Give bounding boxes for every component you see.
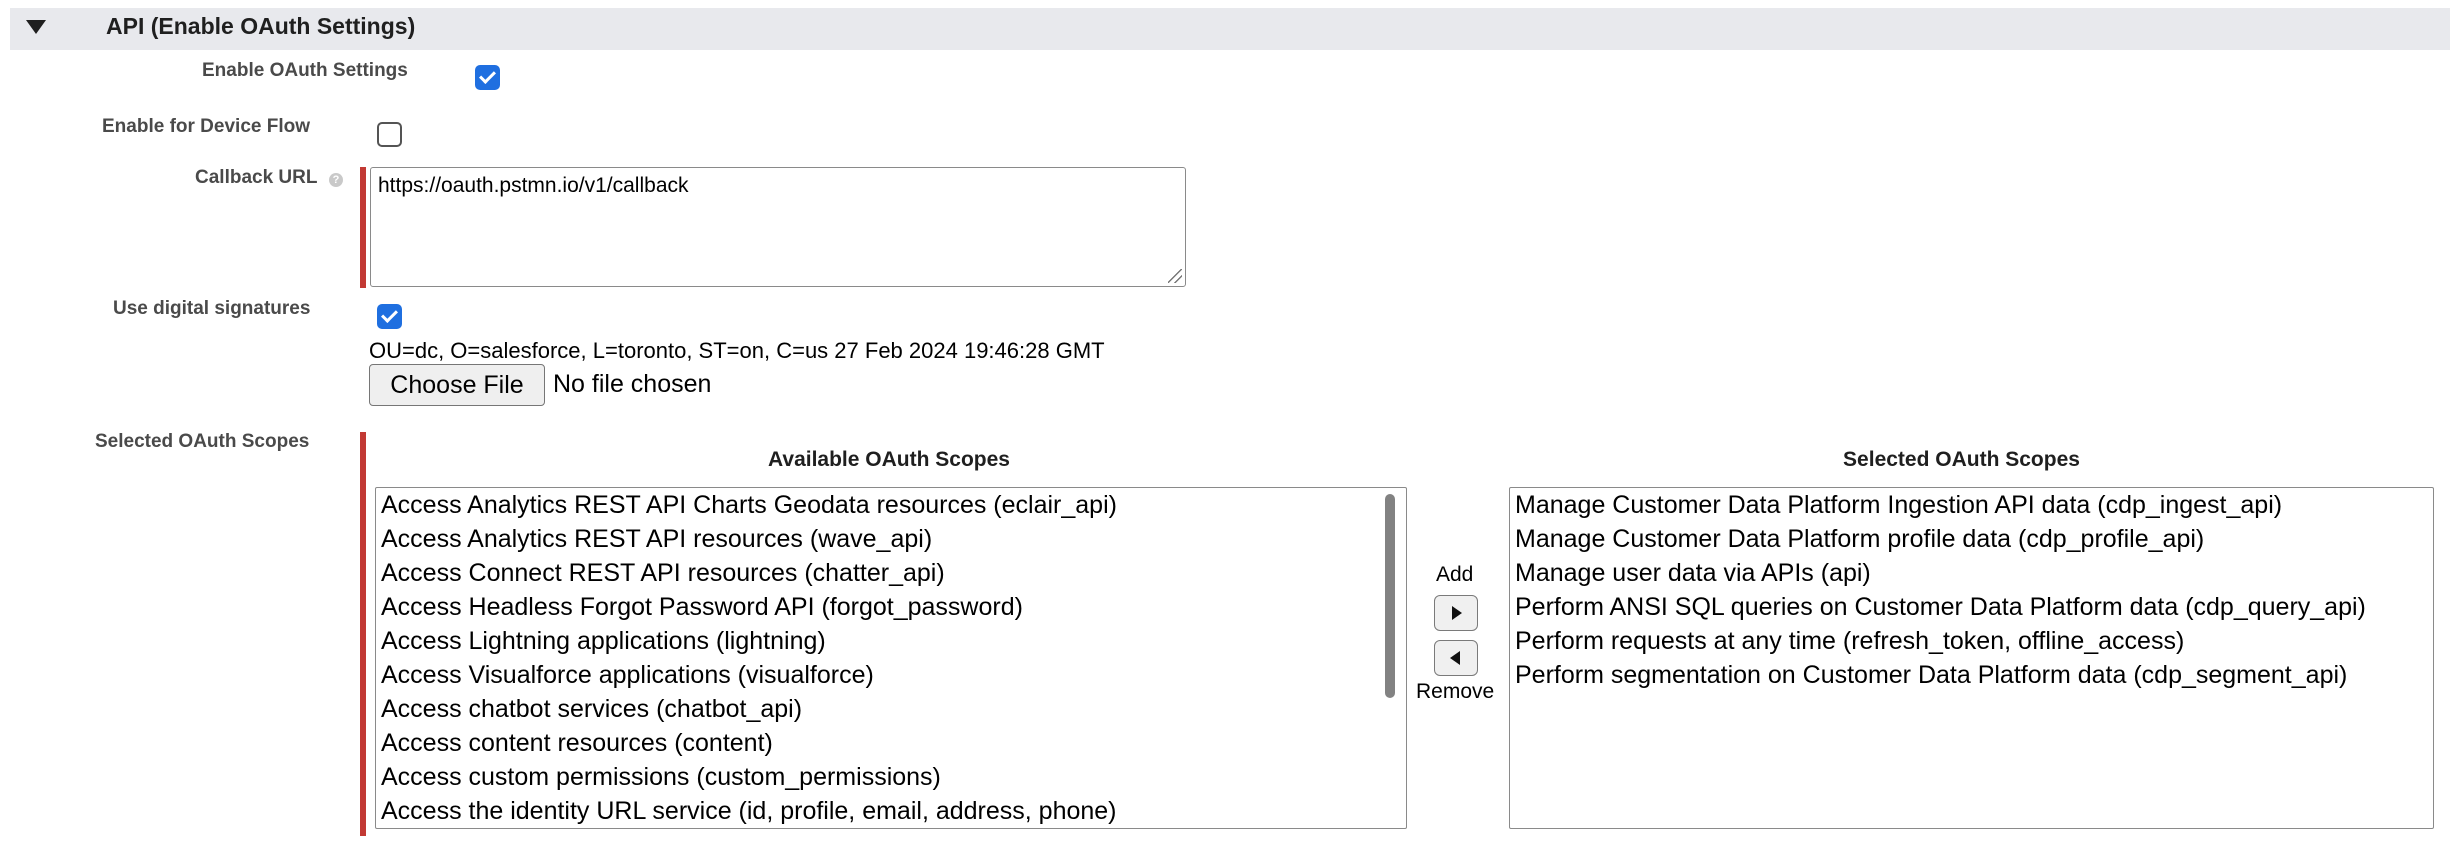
list-item[interactable]: Access custom permissions (custom_permis…	[376, 760, 1406, 794]
available-scopes-heading: Available OAuth Scopes	[768, 448, 1010, 471]
list-item[interactable]: Access content resources (content)	[376, 726, 1406, 760]
list-item[interactable]: Access Analytics REST API resources (wav…	[376, 522, 1406, 556]
choose-file-button[interactable]: Choose File	[369, 364, 545, 406]
section-title: API (Enable OAuth Settings)	[106, 13, 416, 39]
certificate-info: OU=dc, O=salesforce, L=toronto, ST=on, C…	[369, 338, 1105, 363]
help-icon[interactable]: ?	[329, 173, 343, 187]
resize-grip-icon[interactable]	[1168, 269, 1182, 283]
digital-signatures-checkbox[interactable]	[377, 304, 402, 329]
device-flow-checkbox[interactable]	[377, 122, 402, 147]
arrow-left-icon	[1450, 651, 1460, 665]
section-header: API (Enable OAuth Settings)	[10, 8, 2450, 50]
collapse-triangle-icon[interactable]	[26, 20, 46, 34]
callback-url-value: https://oauth.pstmn.io/v1/callback	[378, 174, 689, 197]
no-file-chosen-text: No file chosen	[553, 370, 712, 398]
oauth-scopes-label: Selected OAuth Scopes	[95, 431, 310, 452]
list-item[interactable]: Manage Customer Data Platform profile da…	[1510, 522, 2433, 556]
enable-oauth-checkbox[interactable]	[475, 65, 500, 90]
callback-url-textarea[interactable]: https://oauth.pstmn.io/v1/callback	[370, 167, 1186, 287]
device-flow-label: Enable for Device Flow	[102, 116, 310, 137]
list-item[interactable]: Perform requests at any time (refresh_to…	[1510, 624, 2433, 658]
selected-scopes-heading: Selected OAuth Scopes	[1843, 448, 2080, 471]
available-scopes-list[interactable]: Access Analytics REST API Charts Geodata…	[375, 487, 1407, 829]
list-item[interactable]: Access chatbot services (chatbot_api)	[376, 692, 1406, 726]
selected-scopes-list[interactable]: Manage Customer Data Platform Ingestion …	[1509, 487, 2434, 829]
list-item[interactable]: Manage user data via APIs (api)	[1510, 556, 2433, 590]
list-item[interactable]: Access Analytics REST API Charts Geodata…	[376, 488, 1406, 522]
list-item[interactable]: Perform ANSI SQL queries on Customer Dat…	[1510, 590, 2433, 624]
list-item[interactable]: Access the identity URL service (id, pro…	[376, 794, 1406, 828]
list-item[interactable]: Perform segmentation on Customer Data Pl…	[1510, 658, 2433, 692]
list-item[interactable]: Access Visualforce applications (visualf…	[376, 658, 1406, 692]
list-item[interactable]: Manage Customer Data Platform Ingestion …	[1510, 488, 2433, 522]
required-indicator	[360, 167, 366, 288]
add-label: Add	[1436, 563, 1474, 586]
remove-label: Remove	[1416, 680, 1495, 703]
digital-signatures-label: Use digital signatures	[113, 298, 311, 319]
enable-oauth-label: Enable OAuth Settings	[202, 60, 408, 81]
list-item[interactable]: Access Connect REST API resources (chatt…	[376, 556, 1406, 590]
list-item[interactable]: Access Headless Forgot Password API (for…	[376, 590, 1406, 624]
remove-button[interactable]	[1434, 640, 1478, 676]
required-indicator	[360, 432, 366, 836]
arrow-right-icon	[1452, 606, 1462, 620]
scrollbar[interactable]	[1385, 494, 1395, 698]
callback-url-label: Callback URL	[195, 167, 318, 188]
list-item[interactable]: Access Lightning applications (lightning…	[376, 624, 1406, 658]
add-button[interactable]	[1434, 595, 1478, 631]
